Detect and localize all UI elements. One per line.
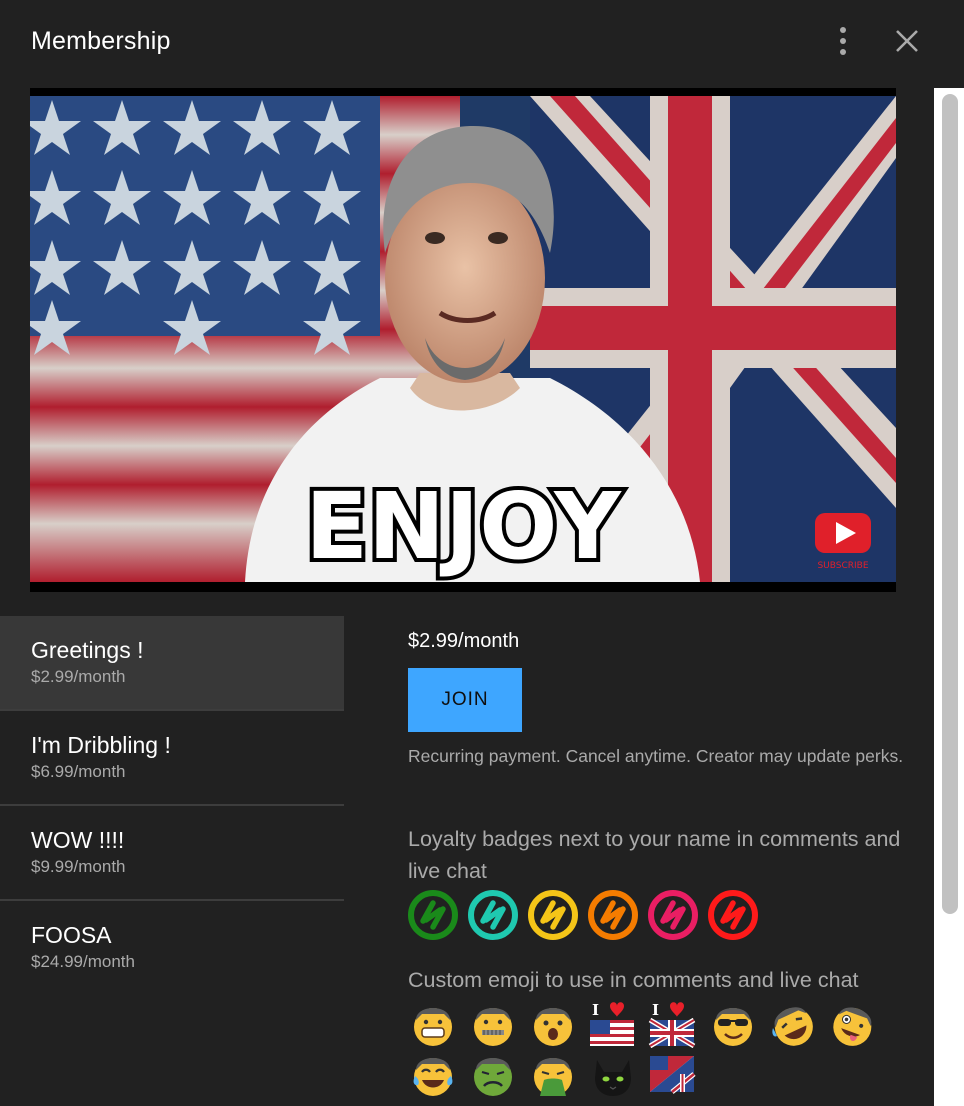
tier-item-greetings[interactable]: Greetings ! $2.99/month xyxy=(0,616,344,711)
tier-price: $2.99/month xyxy=(31,667,126,686)
loyalty-badge-icon xyxy=(648,890,698,940)
i-love-uk-flag-emoji-icon: I xyxy=(648,998,698,1049)
loyalty-badges-title: Loyalty badges next to your name in comm… xyxy=(408,827,901,883)
nauseated-face-emoji-icon xyxy=(468,1048,518,1098)
zipper-mouth-face-emoji-icon xyxy=(468,998,518,1048)
tier-item-foosa[interactable]: FOOSA $24.99/month xyxy=(0,901,344,996)
tier-price: $6.99/month xyxy=(31,762,126,781)
scrollbar-thumb[interactable] xyxy=(942,94,958,914)
tier-name: Greetings ! xyxy=(31,637,144,663)
dialog-title: Membership xyxy=(31,27,171,55)
channel-banner: ENJOY SUBSCRIBE xyxy=(30,88,896,592)
join-button[interactable]: JOIN xyxy=(408,668,522,732)
recurring-payment-note: Recurring payment. Cancel anytime. Creat… xyxy=(408,746,904,766)
tier-item-dribbling[interactable]: I'm Dribbling ! $6.99/month xyxy=(0,711,344,806)
surprised-face-emoji-icon xyxy=(528,998,578,1048)
tier-item-wow[interactable]: WOW !!!! $9.99/month xyxy=(0,806,344,901)
rofl-face-emoji-icon xyxy=(768,998,818,1048)
loyalty-badge-icon xyxy=(528,890,578,940)
usa-uk-flag-emoji-icon xyxy=(648,1048,698,1098)
loyalty-badge-icon xyxy=(708,890,758,940)
sunglasses-face-emoji-icon xyxy=(708,998,758,1048)
selected-tier-price: $2.99/month xyxy=(408,630,520,652)
grinning-face-emoji-icon xyxy=(408,998,458,1048)
vomiting-face-emoji-icon xyxy=(528,1048,578,1098)
tier-price: $9.99/month xyxy=(31,857,126,876)
loyalty-badge-icon xyxy=(408,890,458,940)
tears-of-joy-face-emoji-icon xyxy=(408,1048,458,1098)
dialog-header: Membership xyxy=(0,0,964,88)
more-vert-icon[interactable] xyxy=(828,24,858,58)
black-cat-emoji-icon xyxy=(588,1048,638,1098)
tier-price: $24.99/month xyxy=(31,952,135,971)
loyalty-badge-icon xyxy=(468,890,518,940)
close-icon[interactable] xyxy=(888,22,926,60)
tier-name: I'm Dribbling ! xyxy=(31,732,171,758)
svg-text:I: I xyxy=(592,1001,599,1019)
banner-subscribe-text: SUBSCRIBE xyxy=(817,561,868,571)
banner-enjoy-text: ENJOY xyxy=(305,473,622,580)
zany-face-emoji-icon xyxy=(828,998,878,1048)
tier-detail-panel: $2.99/month JOIN Recurring payment. Canc… xyxy=(408,630,908,1096)
loyalty-badge-icon xyxy=(588,890,638,940)
tier-name: FOOSA xyxy=(31,922,112,948)
custom-emoji-title: Custom emoji to use in comments and live… xyxy=(408,968,859,992)
tier-name: WOW !!!! xyxy=(31,827,125,853)
i-love-usa-flag-emoji-icon: I xyxy=(588,998,638,1048)
tier-list: Greetings ! $2.99/month I'm Dribbling ! … xyxy=(0,616,344,996)
svg-text:I: I xyxy=(652,1001,659,1019)
